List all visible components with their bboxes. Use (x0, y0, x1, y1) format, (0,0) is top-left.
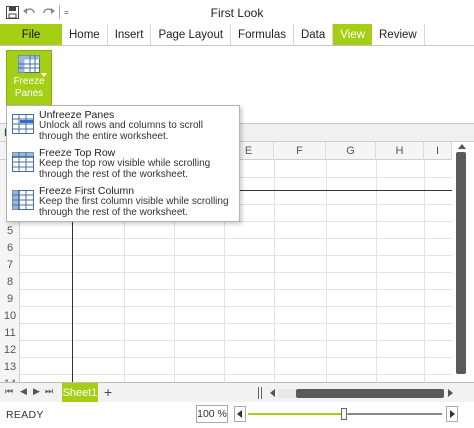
scroll-right-icon[interactable] (448, 389, 453, 397)
tab-data[interactable]: Data (294, 24, 334, 45)
row-header-10[interactable]: 10 (0, 307, 20, 324)
grid-line (326, 160, 327, 382)
grid-line (20, 306, 452, 307)
tab-insert[interactable]: Insert (108, 24, 152, 45)
freeze-first-column-icon (12, 190, 34, 210)
grid-line (20, 374, 452, 375)
tab-review[interactable]: Review (372, 24, 425, 45)
ribbon-tabs: File Home Insert Page Layout Formulas Da… (0, 24, 474, 46)
window-title: First Look (210, 6, 264, 20)
zoom-slider-thumb[interactable] (341, 408, 347, 420)
grid-line (20, 340, 452, 341)
grid-line (20, 289, 452, 290)
previous-sheet-icon[interactable]: ◀ (20, 386, 27, 397)
caret-left-icon (237, 410, 242, 418)
grid-line (20, 357, 452, 358)
horizontal-scroll-thumb[interactable] (296, 389, 444, 398)
sheet-tab-sheet1[interactable]: Sheet1 (62, 383, 98, 403)
grid-line (20, 323, 452, 324)
row-header-7[interactable]: 7 (0, 256, 20, 273)
column-header-f[interactable]: F (274, 142, 326, 160)
row-header-5[interactable]: 5 (0, 222, 20, 239)
menu-item-freeze-top-row[interactable]: Freeze Top Row Keep the top row visible … (7, 144, 239, 182)
zoom-slider-track-rest[interactable] (348, 413, 442, 415)
scroll-up-icon[interactable] (458, 144, 466, 149)
tab-file[interactable]: File (0, 24, 62, 45)
freeze-label-2: Panes (14, 88, 44, 99)
freeze-label-1: Freeze (13, 76, 45, 87)
tab-page-layout[interactable]: Page Layout (151, 24, 232, 45)
unfreeze-panes-icon (12, 114, 34, 134)
freeze-panes-icon (18, 55, 40, 76)
zoom-in-button[interactable] (446, 406, 458, 422)
column-header-h[interactable]: H (376, 142, 424, 160)
menu-item-description: Keep the first column visible while scro… (39, 196, 229, 218)
grid-line (376, 160, 377, 382)
row-header-14[interactable]: 14 (0, 375, 20, 383)
status-bar: READY 100 % (0, 402, 474, 428)
scroll-left-icon[interactable] (270, 389, 275, 397)
last-sheet-icon[interactable]: ⏭ (45, 386, 53, 397)
menu-item-description: Keep the top row visible while scrolling… (39, 158, 211, 180)
tab-split-handle[interactable] (258, 387, 262, 399)
row-header-11[interactable]: 11 (0, 324, 20, 341)
column-header-i[interactable]: I (424, 142, 452, 160)
add-sheet-button[interactable]: + (104, 384, 112, 400)
freeze-panes-button[interactable]: Freeze Panes (6, 50, 52, 106)
row-header-13[interactable]: 13 (0, 358, 20, 375)
row-header-8[interactable]: 8 (0, 273, 20, 290)
grid-line (274, 160, 275, 382)
tab-formulas[interactable]: Formulas (231, 24, 294, 45)
next-sheet-icon[interactable]: ▶ (33, 386, 40, 397)
zoom-level[interactable]: 100 % (196, 405, 228, 423)
row-header-9[interactable]: 9 (0, 290, 20, 307)
grid-line (20, 255, 452, 256)
grid-line (424, 160, 425, 382)
column-header-g[interactable]: G (326, 142, 376, 160)
sheet-tab-bar: ⏮ ◀ ▶ ⏭ Sheet1 + (0, 382, 474, 403)
first-sheet-icon[interactable]: ⏮ (5, 386, 13, 397)
caret-right-icon (450, 410, 455, 418)
row-header-6[interactable]: 6 (0, 239, 20, 256)
row-header-12[interactable]: 12 (0, 341, 20, 358)
vertical-scroll-thumb[interactable] (456, 152, 466, 374)
chevron-down-icon (41, 73, 47, 77)
menu-item-freeze-first-column[interactable]: Freeze First Column Keep the first colum… (7, 182, 239, 220)
tab-view[interactable]: View (333, 24, 372, 45)
menu-item-description: Unlock all rows and columns to scroll th… (39, 120, 203, 142)
title-bar: = First Look (0, 0, 474, 24)
status-text: READY (6, 409, 44, 421)
grid-line (20, 238, 452, 239)
vertical-scrollbar[interactable] (452, 142, 474, 382)
freeze-panes-menu: Unfreeze Panes Unlock all rows and colum… (6, 105, 240, 222)
freeze-top-row-icon (12, 152, 34, 172)
grid-line (20, 272, 452, 273)
menu-item-unfreeze-panes[interactable]: Unfreeze Panes Unlock all rows and colum… (7, 106, 239, 144)
zoom-out-button[interactable] (234, 406, 246, 422)
tab-home[interactable]: Home (62, 24, 108, 45)
